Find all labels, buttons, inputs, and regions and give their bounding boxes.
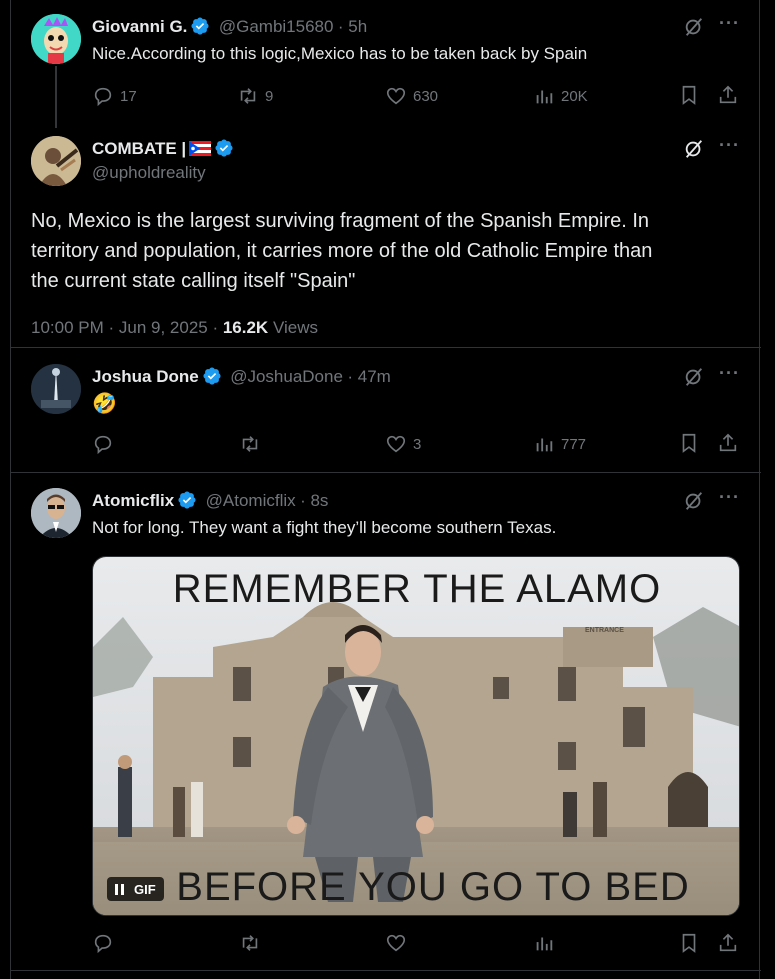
heart-icon [386, 87, 406, 105]
display-name[interactable]: Giovanni G. [92, 17, 187, 36]
reply-icon [94, 934, 112, 954]
verified-badge-icon [202, 366, 222, 386]
share-icon[interactable] [717, 84, 739, 111]
more-icon[interactable]: ··· [719, 487, 740, 508]
display-name[interactable]: COMBATE | [92, 139, 186, 158]
avatar[interactable] [31, 136, 81, 186]
heart-icon [386, 435, 406, 453]
views-icon [536, 937, 553, 951]
post-timestamp[interactable]: 10:00 PM · Jun 9, 2025 · [31, 318, 218, 337]
divider [11, 970, 761, 971]
verified-badge-icon [214, 138, 234, 158]
grok-icon[interactable] [683, 16, 705, 43]
timestamp[interactable]: · 5h [338, 17, 367, 36]
gif-sign: ENTRANCE [585, 627, 624, 634]
views-label: Views [272, 318, 318, 337]
reply-button[interactable] [92, 433, 120, 455]
grok-icon[interactable] [683, 366, 705, 393]
tweet-header: Giovanni G. @Gambi15680 · 5h [92, 16, 367, 37]
gif-caption-bottom: BEFORE YOU GO TO BED [176, 865, 690, 909]
thread-line [55, 66, 57, 128]
bookmark-icon[interactable] [678, 432, 700, 459]
more-icon[interactable]: ··· [719, 135, 740, 156]
views-icon [536, 90, 553, 104]
gif-label: GIF [134, 881, 156, 897]
like-count: 3 [413, 435, 422, 453]
handle[interactable]: @upholdreality [92, 163, 206, 183]
reply-button[interactable] [92, 932, 114, 954]
main-tweet-text: No, Mexico is the largest surviving frag… [31, 206, 652, 296]
more-icon[interactable]: ··· [719, 363, 740, 384]
verified-badge-icon [190, 16, 210, 36]
handle[interactable]: @JoshuaDone [230, 367, 343, 386]
reply-icon [94, 435, 112, 455]
share-icon[interactable] [717, 932, 739, 959]
divider [11, 472, 761, 473]
tweet-text: Nice.According to this logic,Mexico has … [92, 44, 588, 63]
more-icon[interactable]: ··· [719, 13, 740, 34]
tweet-text-line: the current state calling itself "Spain" [31, 270, 356, 292]
views-icon [536, 438, 553, 452]
display-name[interactable]: Atomicflix [92, 491, 174, 510]
tweet-text-line: territory and population, it carries mor… [31, 240, 653, 262]
pr-flag-icon [189, 141, 212, 156]
retweet-button[interactable] [239, 433, 267, 455]
grok-icon[interactable] [683, 138, 705, 165]
retweet-count: 9 [265, 87, 274, 105]
display-name[interactable]: Joshua Done [92, 367, 199, 386]
heart-icon [386, 934, 406, 952]
like-button[interactable]: 3 [385, 433, 421, 455]
retweet-icon [240, 88, 256, 104]
views-button[interactable] [533, 932, 555, 954]
verified-badge-icon [177, 490, 197, 510]
bookmark-icon[interactable] [678, 932, 700, 959]
avatar[interactable] [31, 14, 81, 64]
gif-badge[interactable]: GIF [107, 877, 164, 901]
handle[interactable]: @Gambi15680 [219, 17, 334, 36]
tweet-header: Atomicflix @Atomicflix · 8s [92, 490, 328, 511]
tweet-text-line: No, Mexico is the largest surviving frag… [31, 210, 650, 232]
bookmark-icon[interactable] [678, 84, 700, 111]
tweet-header: COMBATE | [92, 138, 234, 159]
gif-media[interactable]: ENTRANCE REMEMBER THE ALAMO BEFORE YOU G… [92, 556, 740, 916]
view-count: 777 [561, 435, 587, 453]
like-count: 630 [413, 87, 439, 105]
like-button[interactable]: 630 [385, 85, 438, 107]
timeline: Giovanni G. @Gambi15680 · 5h Nice.Accord… [10, 0, 761, 979]
views-button[interactable]: 20K [533, 85, 588, 107]
retweet-button[interactable]: 9 [237, 85, 273, 107]
tweet-text: 🤣 [92, 393, 117, 415]
retweet-button[interactable] [239, 932, 261, 954]
share-icon[interactable] [717, 432, 739, 459]
grok-icon[interactable] [683, 490, 705, 517]
retweet-icon [242, 935, 258, 951]
view-count: 20K [561, 87, 588, 105]
like-button[interactable] [385, 932, 407, 954]
tweet-header: Joshua Done @JoshuaDone · 47m [92, 366, 391, 387]
tweet-meta: 10:00 PM · Jun 9, 2025 · 16.2K Views [31, 318, 318, 338]
views-count[interactable]: 16.2K [223, 318, 268, 337]
retweet-icon [242, 436, 258, 452]
reply-icon [94, 87, 112, 107]
timestamp[interactable]: · 47m [347, 367, 390, 386]
views-button[interactable]: 777 [533, 433, 586, 455]
avatar[interactable] [31, 364, 81, 414]
timestamp[interactable]: · 8s [300, 491, 328, 510]
handle[interactable]: @Atomicflix [206, 491, 296, 510]
reply-count: 17 [120, 87, 137, 105]
avatar[interactable] [31, 488, 81, 538]
gif-caption-top: REMEMBER THE ALAMO [172, 567, 662, 611]
pause-icon[interactable] [115, 883, 124, 895]
tweet-text: Not for long. They want a fight they’ll … [92, 518, 557, 537]
reply-button[interactable]: 17 [92, 85, 137, 107]
divider [11, 347, 761, 348]
